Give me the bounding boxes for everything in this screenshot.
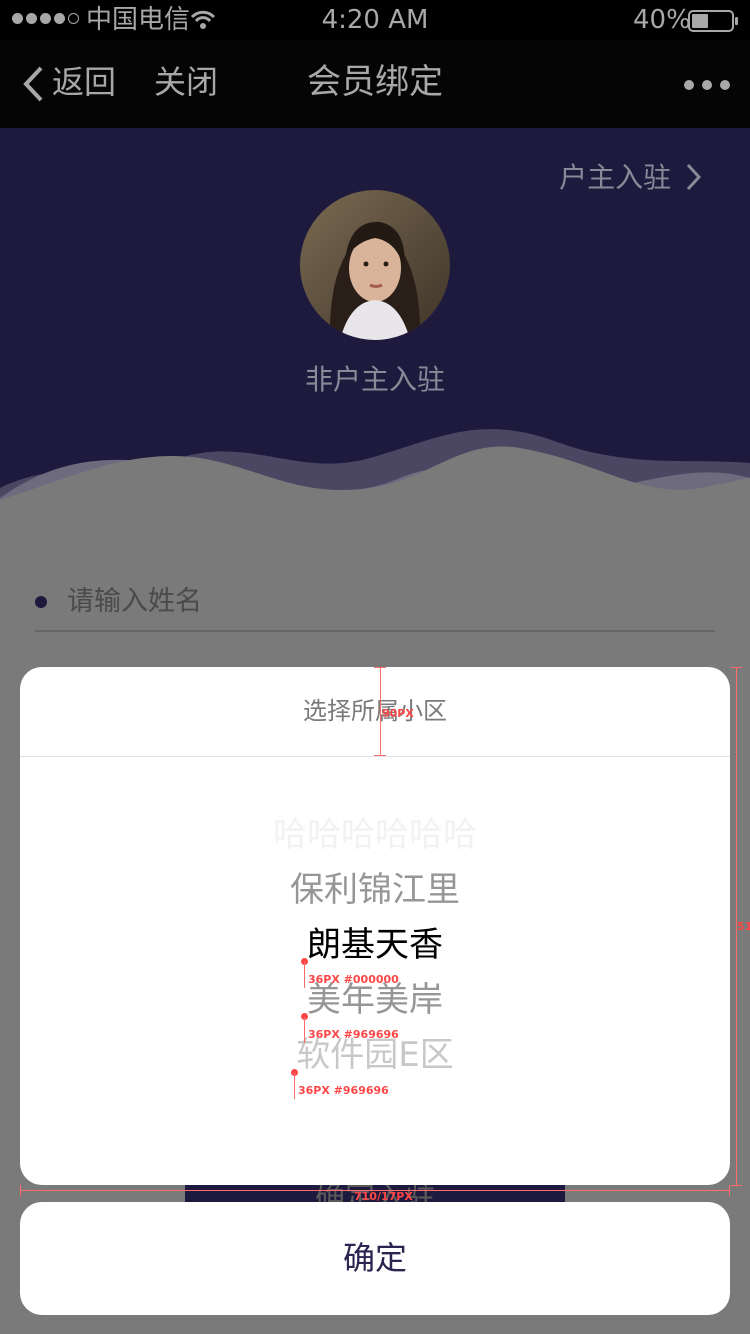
picker-option[interactable]: 哈哈哈哈哈哈 [20,811,730,859]
annotation-line [374,755,386,756]
status-bar: 中国电信 4:20 AM 40% [0,0,750,40]
bullet-icon [35,596,47,608]
annotation-label: 710/17PX [354,1190,413,1203]
confirm-button[interactable]: 确定 [20,1202,730,1315]
avatar[interactable] [300,190,450,340]
annotation-label: 36PX #969696 [298,1084,389,1097]
annotation-line [731,1185,742,1186]
annotation-label: 36PX #000000 [308,973,399,986]
annotation-line [380,667,381,756]
picker-option-selected[interactable]: 朗基天香 [20,921,730,969]
member-header: 户主入驻 非户主入驻 [0,128,750,528]
owner-entry-label: 户主入驻 [559,161,672,194]
name-field-row [35,580,715,632]
annotation-label: 36PX #969696 [308,1028,399,1041]
battery-percent: 40% [633,5,691,35]
community-picker: 选择所属小区 哈哈哈哈哈哈 保利锦江里 朗基天香 美年美岸 软件园E区 [20,667,730,1185]
annotation-line [294,1073,295,1099]
owner-entry-link[interactable]: 户主入驻 [559,156,702,196]
annotation-label: 90PX [382,707,414,720]
name-input[interactable] [67,580,667,622]
nav-bar: 返回 关闭 会员绑定 [0,40,750,128]
chevron-right-icon [686,163,702,191]
annotation-line [731,667,742,668]
annotation-line [304,1017,305,1043]
annotation-line [729,1185,730,1196]
non-owner-entry-label[interactable]: 非户主入驻 [0,358,750,398]
picker-title: 选择所属小区 [20,667,730,757]
page-title: 会员绑定 [307,62,443,102]
annotation-label: 518 [737,921,750,933]
battery-icon [688,9,740,37]
annotation-line [374,667,386,668]
annotation-line [20,1185,21,1196]
annotation-line [304,962,305,988]
wave-decoration [0,429,750,528]
picker-option[interactable]: 保利锦江里 [20,866,730,914]
